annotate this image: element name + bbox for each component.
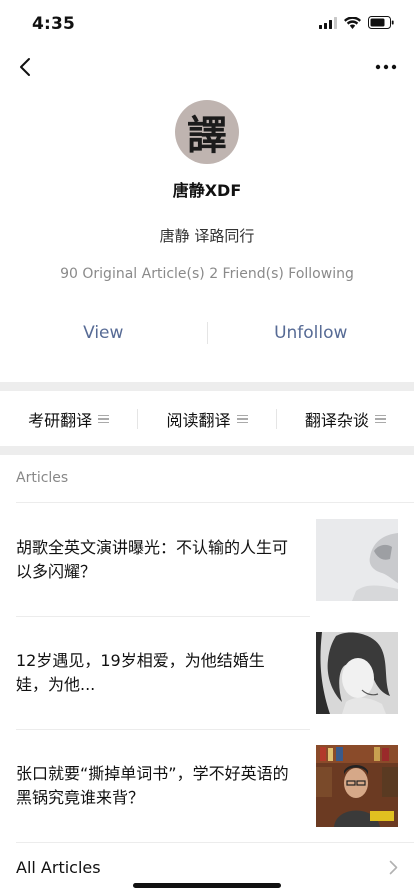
article-item[interactable]: 12岁遇见，19岁相爱，为他结婚生娃，为他... — [16, 632, 398, 714]
avatar[interactable]: 譯 — [175, 100, 239, 164]
article-item[interactable]: 张口就要“撕掉单词书”，学不好英语的黑锅究竟谁来背？ — [16, 745, 398, 827]
section-separator — [0, 382, 414, 391]
more-icon — [375, 64, 397, 70]
home-indicator[interactable] — [133, 883, 281, 888]
menu-icon — [236, 414, 248, 424]
wifi-icon — [344, 16, 361, 29]
signal-icon — [319, 16, 337, 29]
view-button[interactable]: View — [0, 318, 207, 348]
account-name: 唐静XDF — [172, 181, 242, 200]
chevron-right-icon — [389, 860, 398, 879]
section-separator — [0, 446, 414, 455]
account-signature: 唐静 译路同行 — [159, 227, 255, 245]
status-icons — [319, 16, 394, 29]
unfollow-button[interactable]: Unfollow — [208, 318, 414, 348]
menu-item-kaoyan[interactable]: 考研翻译 — [0, 407, 137, 431]
menu-item-label: 翻译杂谈 — [304, 411, 369, 430]
divider — [16, 842, 414, 843]
article-thumbnail — [316, 519, 398, 601]
divider — [16, 729, 310, 730]
account-menu-bar: 考研翻译 阅读翻译 翻译杂谈 — [0, 392, 414, 446]
menu-item-label: 考研翻译 — [28, 411, 93, 430]
back-button[interactable] — [12, 54, 38, 80]
article-thumbnail — [316, 745, 398, 827]
status-time: 4:35 — [32, 14, 76, 34]
article-title: 张口就要“撕掉单词书”，学不好英语的黑锅究竟谁来背？ — [16, 764, 289, 807]
article-title: 12岁遇见，19岁相爱，为他结婚生娃，为他... — [16, 651, 265, 694]
articles-header: Articles — [16, 470, 69, 486]
divider — [16, 616, 310, 617]
menu-icon — [98, 414, 110, 424]
profile-section: 譯 唐静XDF 唐静 译路同行 90 Original Article(s) 2… — [0, 100, 414, 282]
avatar-glyph: 譯 — [187, 112, 227, 159]
all-articles-link[interactable]: All Articles — [16, 858, 101, 877]
profile-actions: View Unfollow — [0, 318, 414, 348]
divider — [16, 502, 414, 503]
menu-item-reading[interactable]: 阅读翻译 — [138, 407, 275, 431]
article-thumbnail — [316, 632, 398, 714]
status-bar: 4:35 — [0, 0, 414, 48]
nav-bar — [0, 48, 414, 86]
menu-icon — [374, 414, 386, 424]
more-button[interactable] — [372, 54, 400, 80]
article-item[interactable]: 胡歌全英文演讲曝光：不认输的人生可以多闪耀？ — [16, 519, 398, 601]
battery-icon — [368, 16, 394, 29]
menu-item-label: 阅读翻译 — [166, 411, 231, 430]
menu-item-talk[interactable]: 翻译杂谈 — [277, 407, 414, 431]
article-title: 胡歌全英文演讲曝光：不认输的人生可以多闪耀？ — [16, 538, 289, 581]
chevron-left-icon — [20, 58, 30, 76]
account-stats[interactable]: 90 Original Article(s) 2 Friend(s) Follo… — [0, 266, 414, 282]
